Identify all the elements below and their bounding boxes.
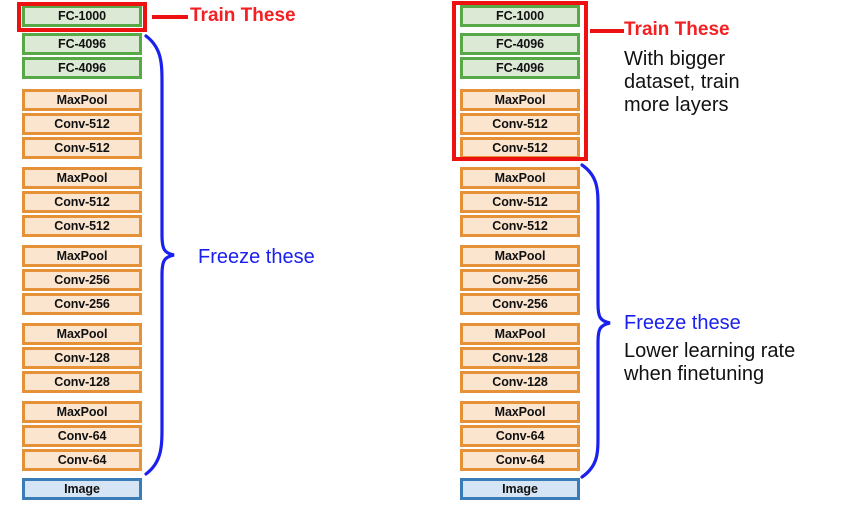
layer-box-conv-64: Conv-64 — [460, 449, 580, 471]
layer-box-maxpool: MaxPool — [22, 245, 142, 267]
layer-label: Conv-256 — [492, 272, 548, 287]
layer-box-maxpool: MaxPool — [22, 89, 142, 111]
layer-box-conv-512: Conv-512 — [22, 215, 142, 237]
layer-box-fc-4096: FC-4096 — [22, 57, 142, 79]
layer-label: Conv-512 — [54, 218, 110, 233]
layer-label: MaxPool — [56, 404, 108, 419]
layer-box-conv-512: Conv-512 — [460, 191, 580, 213]
layer-label: MaxPool — [56, 326, 108, 341]
left-freeze-brace — [144, 34, 175, 476]
layer-box-maxpool: MaxPool — [22, 167, 142, 189]
layer-label: Image — [502, 481, 538, 496]
layer-label: Conv-64 — [495, 452, 545, 467]
layer-box-maxpool: MaxPool — [22, 401, 142, 423]
left-freeze-label: Freeze these — [198, 246, 315, 268]
layer-label: Conv-512 — [54, 140, 110, 155]
layer-label: Conv-128 — [492, 350, 548, 365]
layer-label: Conv-128 — [54, 350, 110, 365]
layer-box-conv-64: Conv-64 — [22, 425, 142, 447]
layer-label: MaxPool — [56, 92, 108, 107]
layer-box-image: Image — [460, 478, 580, 500]
layer-label: MaxPool — [56, 248, 108, 263]
layer-box-conv-512: Conv-512 — [22, 191, 142, 213]
layer-label: MaxPool — [494, 326, 546, 341]
layer-box-conv-512: Conv-512 — [460, 215, 580, 237]
layer-box-maxpool: MaxPool — [460, 401, 580, 423]
layer-label: Conv-512 — [492, 218, 548, 233]
layer-box-maxpool: MaxPool — [22, 323, 142, 345]
layer-box-conv-128: Conv-128 — [460, 371, 580, 393]
layer-label: MaxPool — [494, 170, 546, 185]
layer-label: MaxPool — [494, 404, 546, 419]
left-train-connector-line — [152, 15, 188, 19]
right-freeze-note: Lower learning rate when finetuning — [624, 340, 796, 386]
left-train-highlight-box — [17, 2, 147, 32]
right-freeze-label: Freeze these — [624, 312, 741, 334]
layer-label: Conv-128 — [54, 374, 110, 389]
right-train-label: Train These — [624, 19, 730, 40]
layer-label: MaxPool — [494, 248, 546, 263]
layer-box-image: Image — [22, 478, 142, 500]
layer-box-conv-128: Conv-128 — [22, 371, 142, 393]
layer-box-conv-128: Conv-128 — [22, 347, 142, 369]
layer-label: Conv-128 — [492, 374, 548, 389]
layer-label: Conv-512 — [492, 194, 548, 209]
layer-label: Image — [64, 481, 100, 496]
layer-box-conv-512: Conv-512 — [22, 113, 142, 135]
layer-box-fc-4096: FC-4096 — [22, 33, 142, 55]
layer-label: Conv-64 — [57, 428, 107, 443]
layer-box-maxpool: MaxPool — [460, 323, 580, 345]
layer-label: Conv-256 — [54, 272, 110, 287]
layer-box-conv-256: Conv-256 — [460, 293, 580, 315]
layer-label: Conv-256 — [54, 296, 110, 311]
right-freeze-brace — [580, 163, 611, 479]
layer-box-conv-256: Conv-256 — [22, 293, 142, 315]
layer-box-maxpool: MaxPool — [460, 245, 580, 267]
layer-box-conv-128: Conv-128 — [460, 347, 580, 369]
layer-label: Conv-256 — [492, 296, 548, 311]
layer-box-maxpool: MaxPool — [460, 167, 580, 189]
layer-label: MaxPool — [56, 170, 108, 185]
layer-box-conv-64: Conv-64 — [460, 425, 580, 447]
left-train-label: Train These — [190, 5, 296, 26]
right-train-highlight-box — [452, 1, 588, 161]
layer-label: Conv-512 — [54, 194, 110, 209]
right-train-connector-line — [590, 29, 624, 33]
layer-label: FC-4096 — [58, 60, 106, 75]
layer-label: Conv-64 — [495, 428, 545, 443]
layer-box-conv-256: Conv-256 — [22, 269, 142, 291]
layer-box-conv-64: Conv-64 — [22, 449, 142, 471]
layer-box-conv-512: Conv-512 — [22, 137, 142, 159]
diagram-canvas: FC-1000 FC-4096 FC-4096 MaxPool Conv-512 Conv… — [0, 0, 865, 511]
right-train-note: With bigger dataset, train more layers — [624, 48, 740, 117]
layer-label: Conv-512 — [54, 116, 110, 131]
layer-label: FC-4096 — [58, 36, 106, 51]
layer-label: Conv-64 — [57, 452, 107, 467]
layer-box-conv-256: Conv-256 — [460, 269, 580, 291]
